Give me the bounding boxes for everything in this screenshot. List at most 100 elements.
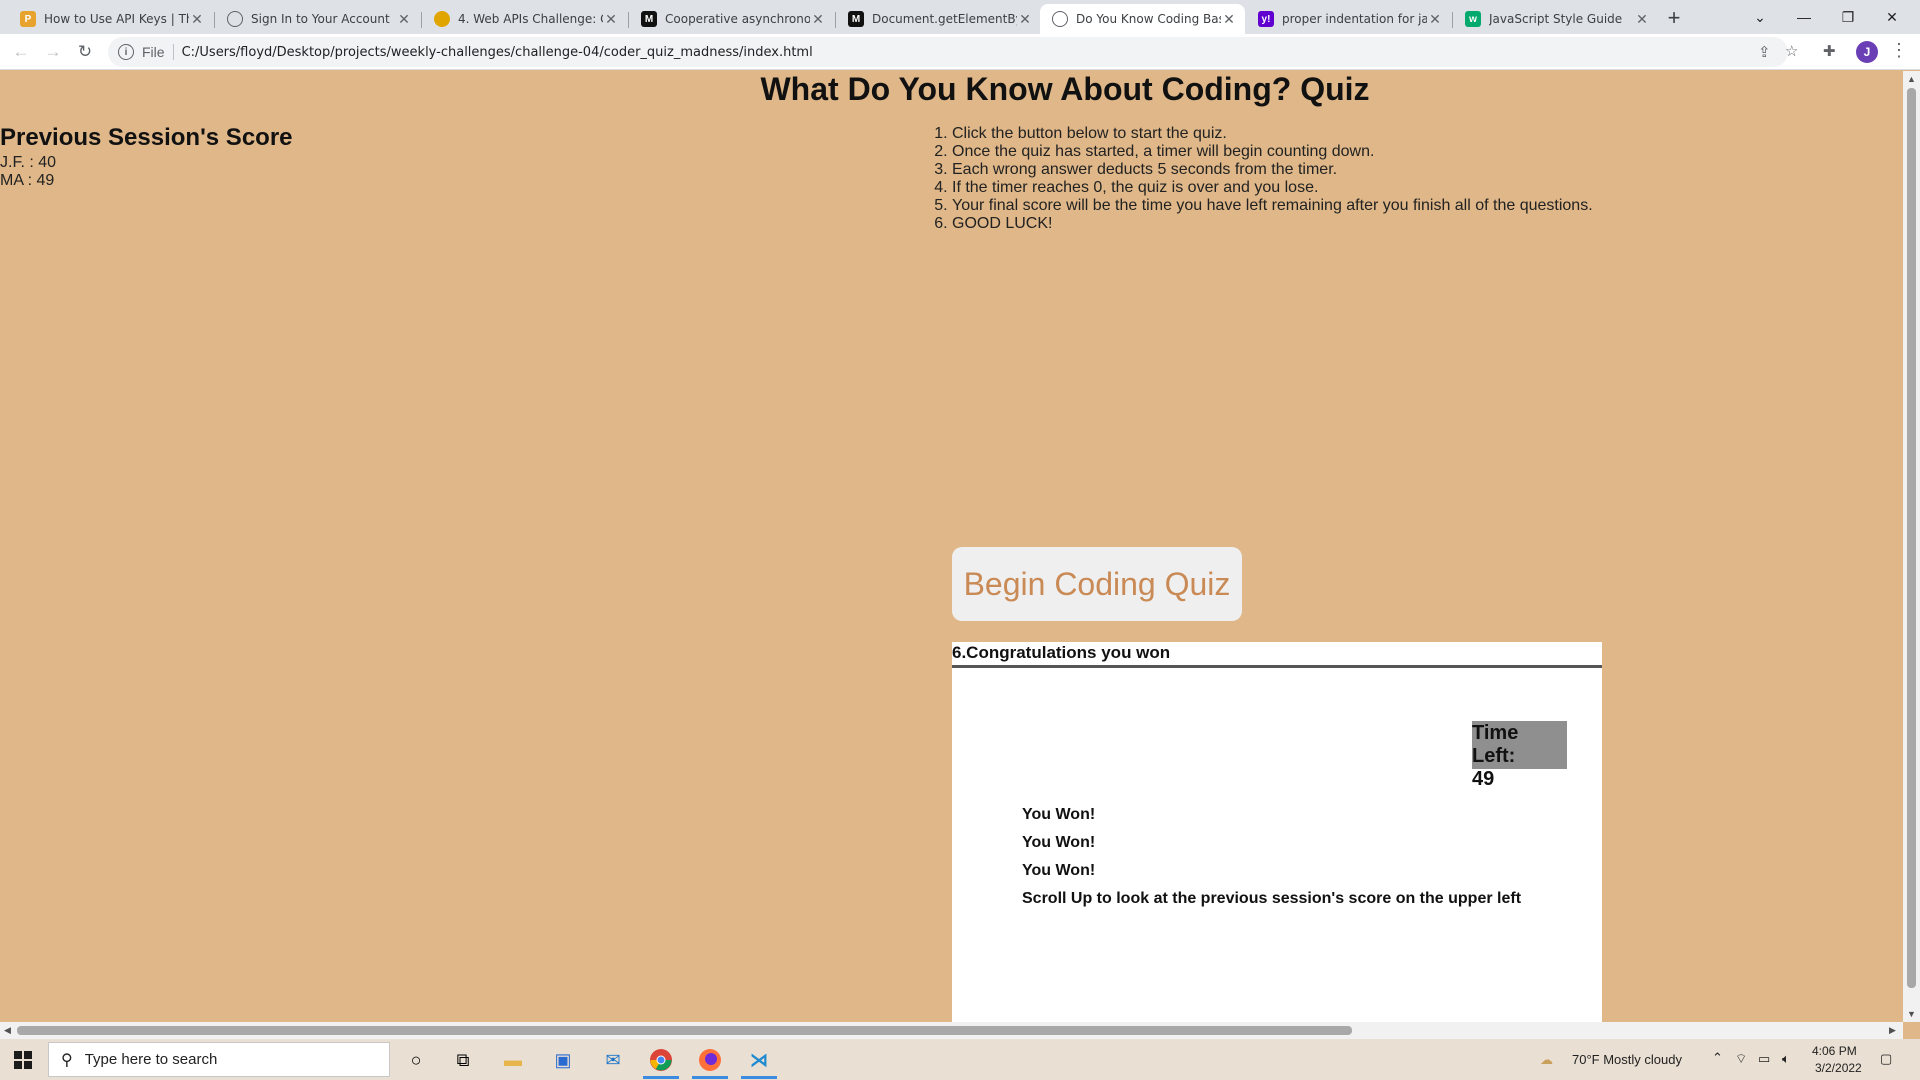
search-placeholder: Type here to search [84, 1051, 218, 1068]
close-icon[interactable]: ✕ [1634, 11, 1650, 28]
instruction-item: Once the quiz has started, a timer will … [952, 143, 1593, 161]
taskbar-search[interactable]: ⚲ Type here to search [48, 1042, 390, 1077]
globe-icon [1052, 11, 1068, 27]
firefox-icon[interactable] [696, 1046, 724, 1074]
scroll-left-arrow-icon[interactable]: ◀ [4, 1025, 11, 1036]
tab-title: How to Use API Keys | The [44, 12, 189, 26]
tab-search-icon[interactable]: ⌄ [1738, 0, 1782, 34]
bookmark-star-icon[interactable]: ☆ [1785, 42, 1798, 60]
score-entry: J.F. : 40 [0, 154, 57, 171]
tab-title: 4. Web APIs Challenge: Co [458, 12, 603, 26]
cortana-icon[interactable]: ○ [402, 1046, 430, 1074]
browser-tab[interactable]: M Cooperative asynchronous ✕ [629, 4, 834, 34]
forward-icon[interactable]: → [42, 41, 64, 63]
browser-tab[interactable]: 4. Web APIs Challenge: Co ✕ [422, 4, 627, 34]
volume-icon[interactable]: 🔈︎ [1782, 1051, 1790, 1067]
close-icon[interactable]: ✕ [810, 11, 826, 28]
clock-date[interactable]: 3/2/2022 [1815, 1061, 1862, 1075]
close-icon[interactable]: ✕ [189, 11, 205, 28]
close-icon[interactable]: ✕ [603, 11, 619, 28]
back-icon[interactable]: ← [10, 41, 32, 63]
scroll-up-hint: Scroll Up to look at the previous sessio… [1022, 890, 1522, 907]
page-title: What Do You Know About Coding? Quiz [760, 71, 1370, 107]
w3schools-icon: w [1465, 11, 1481, 27]
browser-tab[interactable]: M Document.getElementById ✕ [836, 4, 1041, 34]
tab-title: Sign In to Your Account [251, 12, 390, 26]
close-icon[interactable]: ✕ [1017, 11, 1033, 28]
network-icon[interactable]: ⌔ [1735, 1051, 1747, 1067]
minimize-icon[interactable]: — [1782, 0, 1826, 34]
instruction-item: GOOD LUCK! [952, 215, 1593, 233]
store-icon[interactable]: ▣ [549, 1046, 577, 1074]
weather-text[interactable]: 70°F Mostly cloudy [1572, 1052, 1682, 1067]
url-scheme-label: File [142, 44, 174, 60]
tab-title: proper indentation for jav [1282, 12, 1427, 26]
weather-icon: ☁ [1540, 1052, 1553, 1067]
task-view-icon[interactable]: ⧉ [449, 1046, 477, 1074]
close-icon[interactable]: ✕ [1427, 11, 1443, 28]
begin-quiz-button[interactable]: Begin Coding Quiz [952, 547, 1242, 621]
address-bar[interactable]: i File C:/Users/floyd/Desktop/projects/w… [108, 37, 1788, 67]
vscode-icon[interactable]: ⋊ [745, 1046, 773, 1074]
vertical-scrollbar[interactable]: ▲ ▼ [1903, 71, 1920, 1022]
new-tab-button[interactable]: + [1660, 5, 1688, 31]
profile-avatar[interactable]: J [1856, 41, 1878, 63]
mdn-icon: M [848, 11, 864, 27]
reload-icon[interactable]: ↻ [74, 41, 96, 63]
info-icon[interactable]: i [118, 44, 134, 60]
vertical-scroll-thumb[interactable] [1907, 88, 1916, 988]
tray-chevron-icon[interactable]: ⌃ [1712, 1050, 1723, 1066]
browser-tab[interactable]: P How to Use API Keys | The ✕ [8, 4, 213, 34]
tab-title: Document.getElementById [872, 12, 1017, 26]
result-message: You Won! [1022, 834, 1096, 851]
tab-title: Do You Know Coding Basic [1076, 12, 1221, 26]
bootcamp-icon [434, 11, 450, 27]
share-icon[interactable]: ⇪ [1758, 43, 1771, 61]
quiz-panel: 6.Congratulations you won Time Left: 49 … [952, 642, 1602, 1022]
restore-icon[interactable]: ❐ [1826, 0, 1870, 34]
windows-start-icon[interactable] [14, 1051, 32, 1069]
scroll-up-arrow-icon[interactable]: ▲ [1907, 74, 1916, 84]
close-icon[interactable]: ✕ [396, 11, 412, 28]
result-message: You Won! [1022, 806, 1096, 823]
close-window-icon[interactable]: ✕ [1870, 0, 1914, 34]
instruction-item: Each wrong answer deducts 5 seconds from… [952, 161, 1593, 179]
menu-icon[interactable]: ⋮ [1890, 40, 1908, 61]
horizontal-scroll-thumb[interactable] [17, 1026, 1352, 1035]
scroll-down-arrow-icon[interactable]: ▼ [1907, 1009, 1916, 1019]
instructions-list: Click the button below to start the quiz… [952, 125, 1593, 233]
scroll-right-arrow-icon[interactable]: ▶ [1889, 1025, 1896, 1036]
tab-title: JavaScript Style Guide [1489, 12, 1623, 26]
question-heading: 6.Congratulations you won [952, 642, 1602, 668]
mail-icon[interactable]: ✉ [599, 1046, 627, 1074]
instruction-item: If the timer reaches 0, the quiz is over… [952, 179, 1593, 197]
url-text[interactable]: C:/Users/floyd/Desktop/projects/weekly-c… [182, 45, 813, 60]
result-message: You Won! [1022, 862, 1096, 879]
postman-icon: P [20, 11, 36, 27]
browser-tab-strip: P How to Use API Keys | The ✕ Sign In to… [0, 0, 1920, 34]
globe-icon [227, 11, 243, 27]
file-explorer-icon[interactable]: ▬ [499, 1046, 527, 1074]
browser-tab[interactable]: y! proper indentation for jav ✕ [1246, 4, 1451, 34]
browser-tab[interactable]: w JavaScript Style Guide ✕ [1453, 4, 1658, 34]
notifications-icon[interactable]: ▢ [1880, 1051, 1892, 1067]
tab-title: Cooperative asynchronous [665, 12, 810, 26]
browser-tab-active[interactable]: Do You Know Coding Basic ✕ [1040, 4, 1245, 34]
browser-toolbar: ← → ↻ i File C:/Users/floyd/Desktop/proj… [0, 34, 1920, 70]
yahoo-icon: y! [1258, 11, 1274, 27]
timer-display: Time Left: 49 [1472, 721, 1567, 790]
timer-label: Time Left: [1472, 722, 1519, 767]
mdn-icon: M [641, 11, 657, 27]
taskbar: ⚲ Type here to search ○ ⧉ ▬ ▣ ✉ ⋊ ☁ 70°F… [0, 1039, 1920, 1080]
close-icon[interactable]: ✕ [1221, 11, 1237, 28]
page-viewport: What Do You Know About Coding? Quiz Prev… [0, 71, 1903, 1022]
horizontal-scrollbar[interactable]: ◀ ▶ [0, 1022, 1903, 1039]
browser-tab[interactable]: Sign In to Your Account ✕ [215, 4, 420, 34]
score-entry: MA : 49 [0, 172, 55, 189]
instruction-item: Your final score will be the time you ha… [952, 197, 1593, 215]
search-icon: ⚲ [61, 1051, 73, 1069]
chrome-icon[interactable] [647, 1046, 675, 1074]
battery-icon[interactable]: ▭ [1758, 1051, 1770, 1067]
clock-time[interactable]: 4:06 PM [1812, 1044, 1857, 1058]
extensions-icon[interactable]: ✚ [1823, 42, 1836, 60]
